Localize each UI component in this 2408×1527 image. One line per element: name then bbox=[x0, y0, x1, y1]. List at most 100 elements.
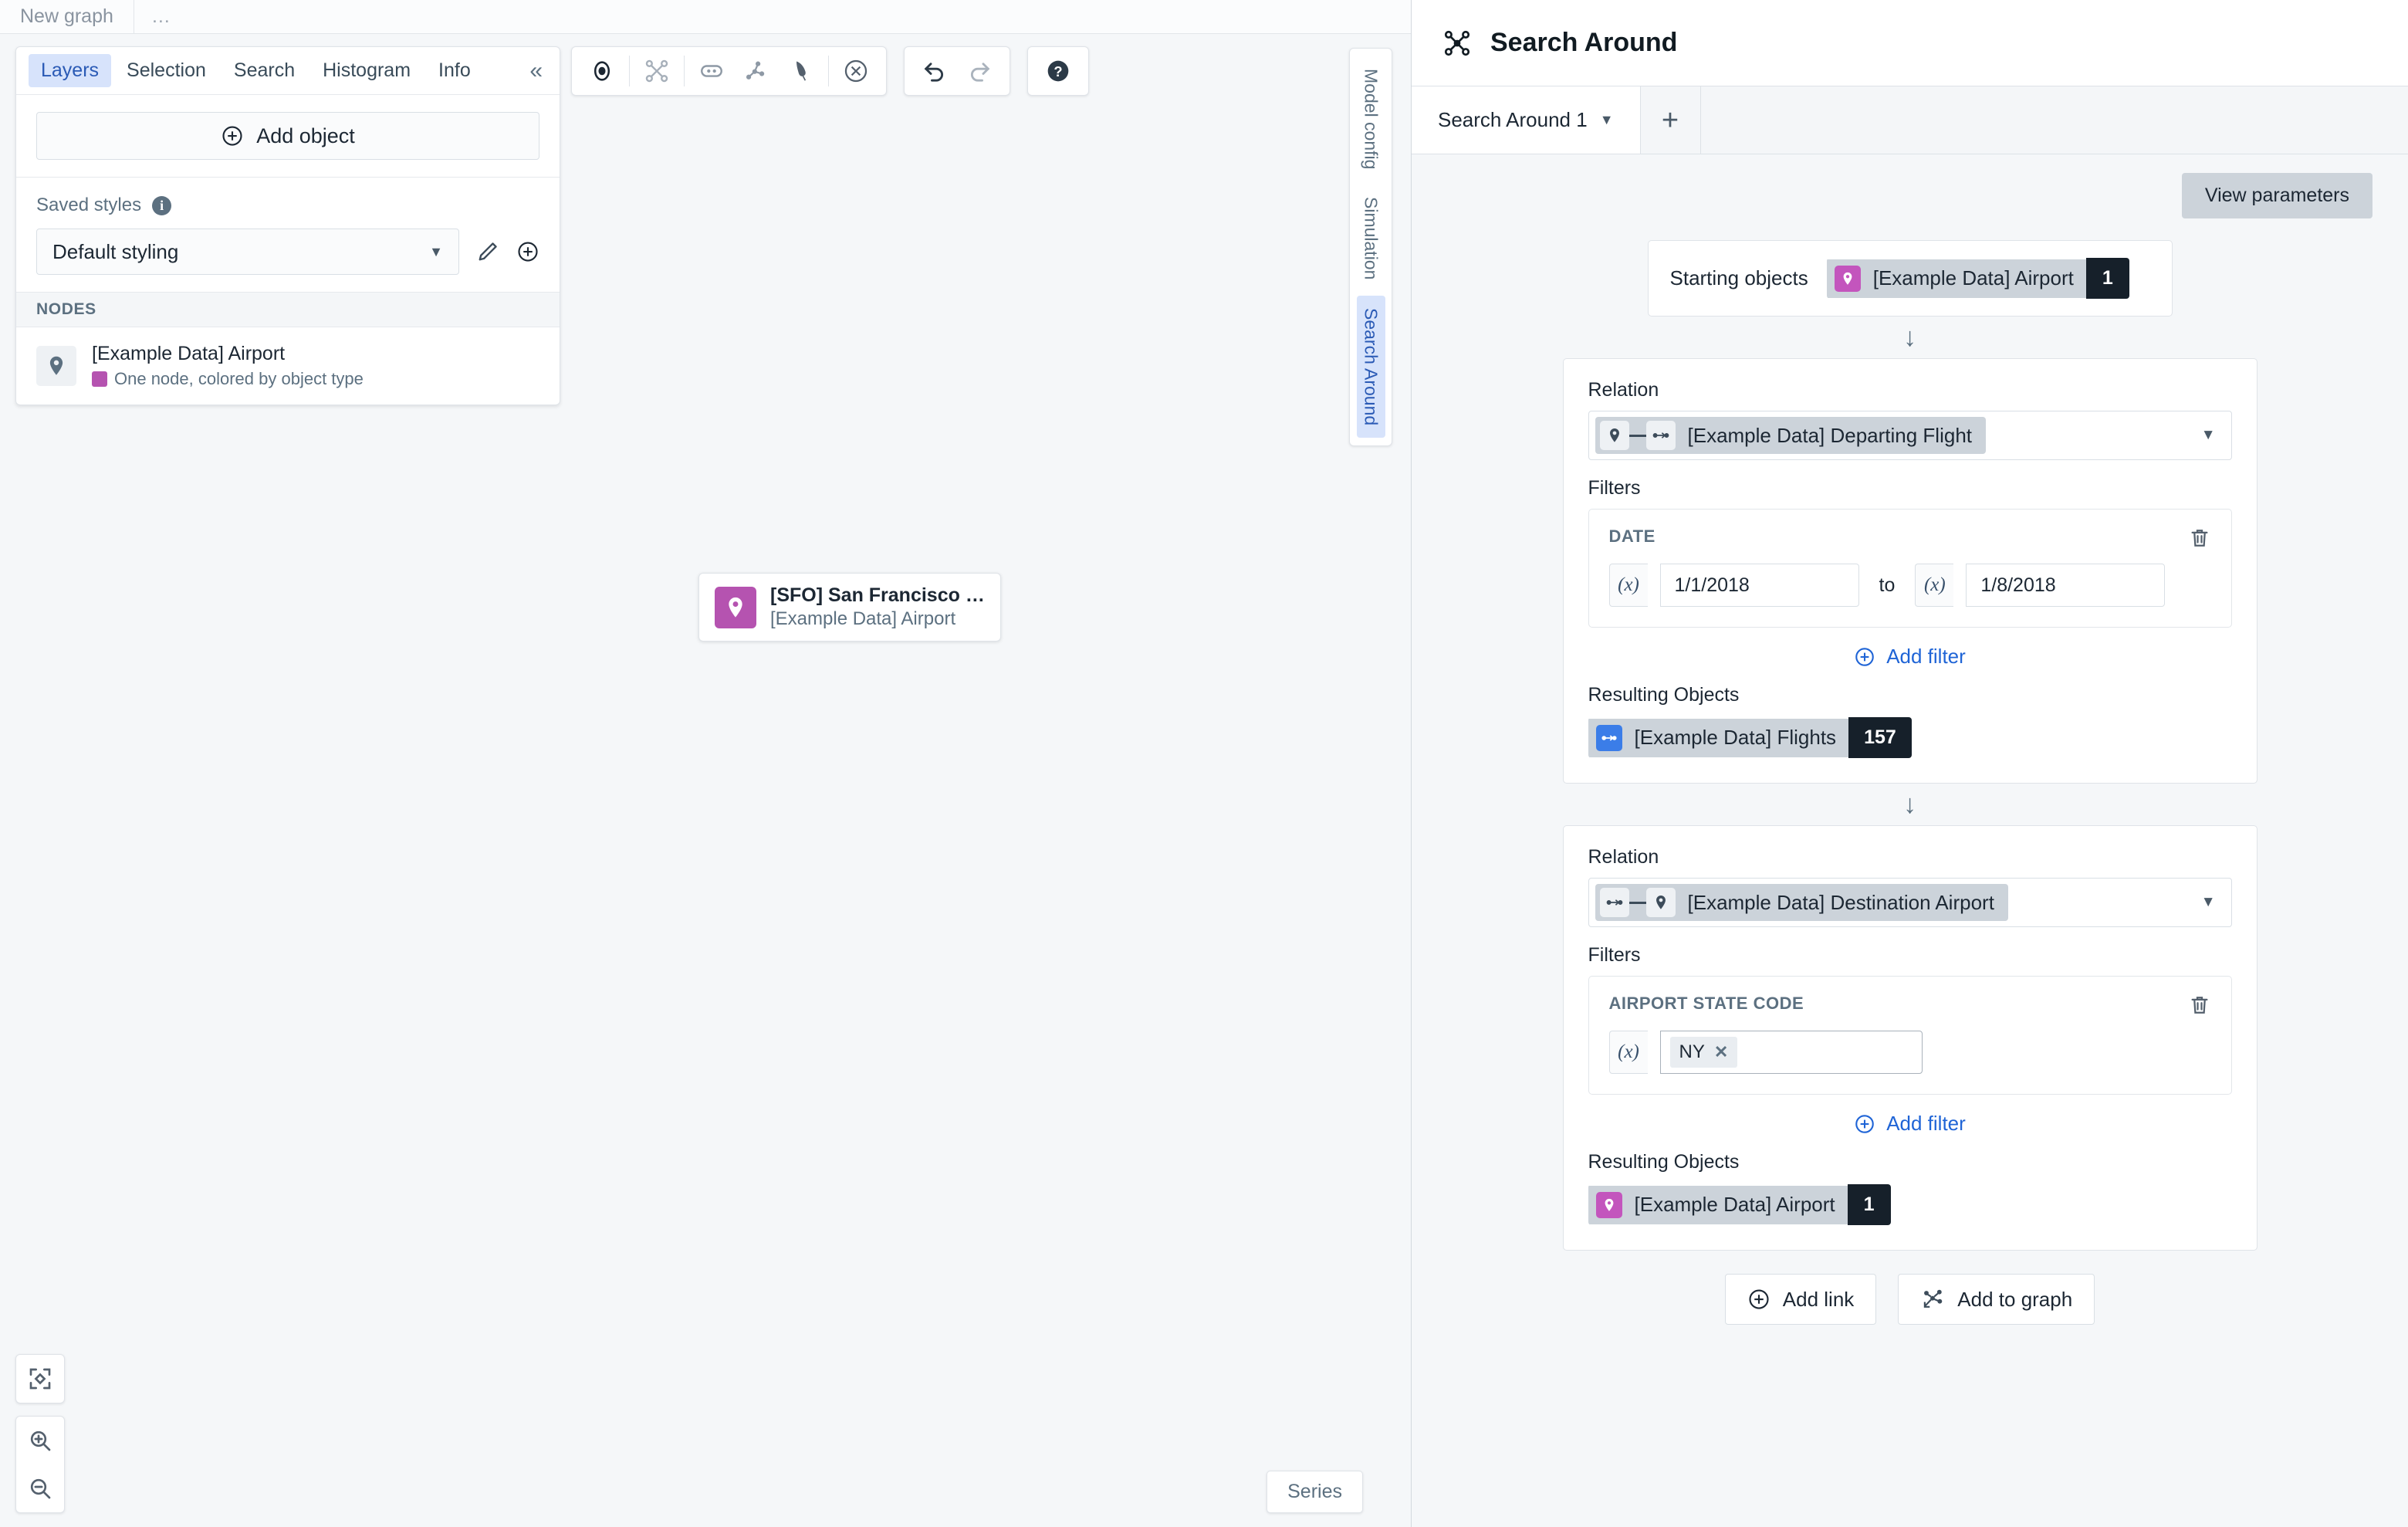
starting-object-chip[interactable]: [Example Data] Airport 1 bbox=[1826, 258, 2129, 299]
date-to-input[interactable]: 1/8/2018 bbox=[1966, 564, 2166, 607]
toolbar-group-history bbox=[904, 46, 1010, 96]
redo-icon[interactable] bbox=[957, 49, 1002, 93]
filters-label: Filters bbox=[1588, 944, 1641, 966]
zoom-in-icon[interactable] bbox=[16, 1417, 64, 1464]
relation-icon-pair bbox=[1599, 421, 1676, 450]
map-pin-icon bbox=[1645, 888, 1676, 917]
toolbar-group-tools bbox=[571, 46, 887, 96]
zoom-buttons-box bbox=[15, 1416, 65, 1513]
clear-icon[interactable] bbox=[834, 49, 878, 93]
relation-value: [Example Data] Departing Flight bbox=[1687, 423, 1973, 447]
graph-node-subtitle: [Example Data] Airport bbox=[770, 608, 956, 629]
flight-link-icon bbox=[1599, 888, 1629, 917]
molecule-icon[interactable] bbox=[734, 49, 779, 93]
rail-tab-search-around[interactable]: Search Around bbox=[1356, 295, 1385, 438]
chevron-down-icon: ▼ bbox=[1599, 112, 1614, 127]
layer-list-item[interactable]: [Example Data] Airport One node, colored… bbox=[16, 327, 560, 405]
link-pill-icon[interactable] bbox=[689, 49, 734, 93]
add-filter-label: Add filter bbox=[1886, 1112, 1966, 1135]
saved-styles-select[interactable]: Default styling ▼ bbox=[36, 229, 459, 275]
plus-circle-icon bbox=[1854, 646, 1875, 668]
help-icon[interactable]: ? bbox=[1036, 49, 1081, 93]
add-object-button[interactable]: Add object bbox=[36, 112, 539, 160]
color-swatch bbox=[92, 371, 107, 387]
state-code-tag-label: NY bbox=[1679, 1041, 1705, 1062]
flight-link-icon bbox=[1645, 421, 1676, 450]
delete-filter-icon[interactable] bbox=[2188, 994, 2211, 1017]
resulting-object-count: 1 bbox=[1847, 1184, 1891, 1225]
saved-styles-value: Default styling bbox=[52, 239, 179, 263]
relation-select-1[interactable]: [Example Data] Departing Flight ▼ bbox=[1588, 411, 2232, 460]
rail-tab-simulation[interactable]: Simulation bbox=[1357, 185, 1385, 292]
tab-layers[interactable]: Layers bbox=[29, 54, 112, 87]
pen-icon[interactable] bbox=[779, 49, 824, 93]
view-parameters-button[interactable]: View parameters bbox=[2181, 173, 2372, 218]
chevron-down-icon: ▼ bbox=[2200, 894, 2216, 910]
resulting-object-name: [Example Data] Flights bbox=[1634, 726, 1837, 749]
remove-tag-icon[interactable]: ✕ bbox=[1714, 1042, 1728, 1062]
date-to-fx-button[interactable]: (x) bbox=[1915, 564, 1954, 607]
layers-panel: Layers Selection Search Histogram Info «… bbox=[15, 46, 560, 405]
add-object-section: Add object bbox=[16, 95, 560, 178]
delete-filter-icon[interactable] bbox=[2188, 526, 2211, 550]
state-code-input[interactable]: NY ✕ bbox=[1659, 1031, 1923, 1074]
search-around-icon bbox=[1442, 29, 1472, 58]
relation-label: Relation bbox=[1588, 846, 1659, 868]
filter-airport-state-code: AIRPORT STATE CODE (x) NY ✕ bbox=[1588, 976, 2232, 1095]
saved-styles-section: Saved styles i Default styling ▼ bbox=[16, 178, 560, 293]
select-tool-icon[interactable] bbox=[580, 49, 624, 93]
resulting-objects-label: Resulting Objects bbox=[1588, 1151, 1740, 1173]
map-pin-icon bbox=[1595, 1191, 1622, 1218]
plus-circle-icon bbox=[1854, 1113, 1875, 1135]
relation-select-2[interactable]: [Example Data] Destination Airport ▼ bbox=[1588, 878, 2232, 927]
panel-rail-tabs: Model config Simulation Search Around bbox=[1349, 48, 1392, 446]
tab-info[interactable]: Info bbox=[426, 54, 483, 87]
graph-canvas[interactable]: Layers Selection Search Histogram Info «… bbox=[0, 34, 1411, 1527]
add-style-icon[interactable] bbox=[516, 240, 539, 263]
breadcrumb: New graph … bbox=[0, 0, 1411, 34]
tab-selection[interactable]: Selection bbox=[114, 54, 218, 87]
fit-to-screen-icon[interactable] bbox=[16, 1355, 64, 1403]
series-button[interactable]: Series bbox=[1267, 1471, 1363, 1513]
canvas-toolbar: ? bbox=[571, 46, 1089, 96]
resulting-object-chip-1[interactable]: [Example Data] Flights 157 bbox=[1588, 717, 1912, 758]
date-from-input[interactable]: 1/1/2018 bbox=[1659, 564, 1859, 607]
date-from-fx-button[interactable]: (x) bbox=[1608, 564, 1648, 607]
add-search-tab-button[interactable]: + bbox=[1641, 86, 1701, 154]
undo-icon[interactable] bbox=[912, 49, 957, 93]
filter-date: DATE (x) 1/1/2018 to (x) 1/8/2018 bbox=[1588, 509, 2232, 628]
starting-objects-label: Starting objects bbox=[1669, 266, 1808, 289]
graph-node-title: [SFO] San Francisco … bbox=[770, 584, 985, 606]
tab-label: Search Around 1 bbox=[1438, 108, 1588, 131]
add-to-graph-button[interactable]: Add to graph bbox=[1898, 1274, 2095, 1325]
nodes-section-header: NODES bbox=[16, 293, 560, 327]
breadcrumb-more-button[interactable]: … bbox=[134, 0, 190, 34]
plus-circle-icon bbox=[1747, 1288, 1770, 1311]
graph-expand-icon[interactable] bbox=[634, 49, 679, 93]
tab-search-around-1[interactable]: Search Around 1 ▼ bbox=[1412, 86, 1641, 154]
search-around-header: Search Around bbox=[1412, 0, 2408, 86]
resulting-objects-label: Resulting Objects bbox=[1588, 684, 1740, 706]
tab-histogram[interactable]: Histogram bbox=[310, 54, 423, 87]
state-code-tag[interactable]: NY ✕ bbox=[1669, 1037, 1738, 1068]
map-pin-icon bbox=[36, 346, 76, 386]
map-pin-icon bbox=[1834, 265, 1861, 292]
tab-search[interactable]: Search bbox=[222, 54, 307, 87]
add-filter-button-1[interactable]: Add filter bbox=[1588, 645, 2232, 669]
rail-tab-model-config[interactable]: Model config bbox=[1357, 56, 1385, 181]
edit-style-icon[interactable] bbox=[476, 240, 499, 263]
zoom-out-icon[interactable] bbox=[16, 1464, 64, 1512]
info-icon[interactable]: i bbox=[152, 195, 172, 215]
add-filter-button-2[interactable]: Add filter bbox=[1588, 1112, 2232, 1136]
state-code-fx-button[interactable]: (x) bbox=[1608, 1031, 1648, 1074]
breadcrumb-graph-name[interactable]: New graph bbox=[0, 0, 134, 34]
filter-name: DATE bbox=[1608, 526, 1656, 546]
svg-text:?: ? bbox=[1054, 63, 1062, 80]
graph-node-sfo[interactable]: [SFO] San Francisco … [Example Data] Air… bbox=[698, 573, 1001, 642]
collapse-panel-icon[interactable]: « bbox=[525, 59, 547, 83]
add-link-button[interactable]: Add link bbox=[1724, 1274, 1877, 1325]
relation-icon-pair bbox=[1599, 888, 1676, 917]
date-range-separator: to bbox=[1879, 574, 1896, 596]
resulting-object-chip-2[interactable]: [Example Data] Airport 1 bbox=[1588, 1184, 1891, 1225]
chevron-down-icon: ▼ bbox=[2200, 427, 2216, 443]
